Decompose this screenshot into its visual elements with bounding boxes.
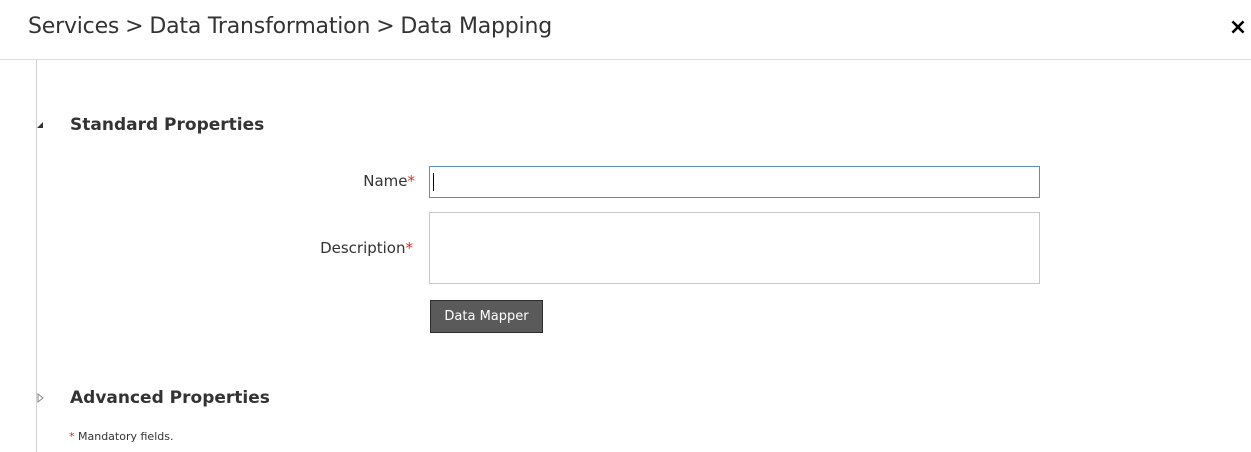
data-mapper-button[interactable]: Data Mapper — [430, 300, 543, 333]
close-icon[interactable]: × — [1227, 16, 1249, 40]
section-title: Advanced Properties — [70, 388, 270, 408]
breadcrumb-separator: > — [376, 14, 395, 39]
section-title: Standard Properties — [70, 115, 265, 135]
required-asterisk: * — [405, 239, 414, 257]
breadcrumb: Services > Data Transformation > Data Mappin… — [28, 14, 552, 39]
section-advanced-properties[interactable]: Advanced Properties — [34, 387, 270, 409]
mandatory-fields-note: * Mandatory fields. — [69, 430, 174, 443]
description-label: Description* — [320, 239, 413, 257]
breadcrumb-item-data-transformation[interactable]: Data Transformation — [149, 14, 370, 39]
breadcrumb-separator: > — [125, 14, 144, 39]
text-caret — [433, 173, 434, 191]
section-standard-properties[interactable]: Standard Properties — [34, 114, 264, 136]
breadcrumb-item-data-mapping: Data Mapping — [400, 14, 552, 39]
dialog-frame: Services > Data Transformation > Data Mappin… — [0, 0, 1251, 452]
triangle-right-icon[interactable] — [34, 391, 48, 405]
dialog-header: Services > Data Transformation > Data Mappin… — [0, 0, 1251, 60]
breadcrumb-item-services[interactable]: Services — [28, 14, 119, 39]
description-input[interactable] — [429, 212, 1040, 284]
required-asterisk: * — [407, 172, 416, 190]
name-label: Name* — [363, 172, 415, 190]
required-asterisk: * — [69, 430, 75, 443]
triangle-down-icon[interactable] — [34, 118, 48, 132]
name-input[interactable] — [429, 166, 1040, 198]
